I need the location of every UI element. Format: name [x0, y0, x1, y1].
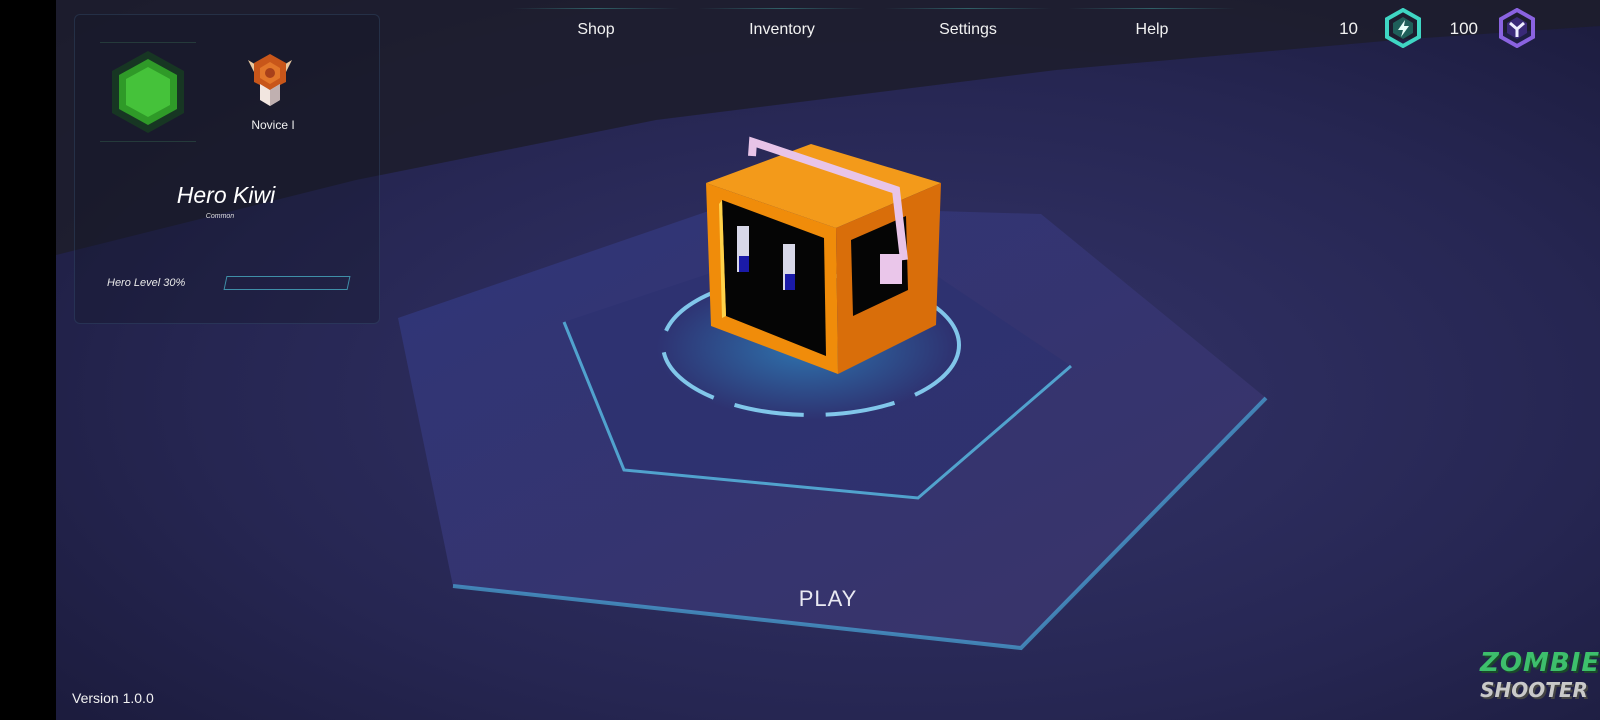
nav-settings[interactable]: Settings: [884, 8, 1052, 44]
nav-settings-label: Settings: [939, 21, 997, 38]
y-hex-icon[interactable]: [1498, 7, 1536, 49]
green-hexagon-icon: [112, 51, 184, 133]
zombie-shooter-logo: ZOMBIE SHOOTER: [1480, 648, 1600, 712]
hero-name: Hero Kiwi: [176, 182, 276, 208]
version-label: Version 1.0.0: [72, 690, 154, 706]
nav-inventory-label: Inventory: [749, 21, 815, 38]
energy-count: 10: [1339, 19, 1358, 38]
rank-badge-icon: [240, 50, 300, 110]
nav-help[interactable]: Help: [1068, 8, 1236, 44]
hero-level-label: Hero Level 30%: [107, 277, 186, 289]
nav-divider: [1068, 8, 1236, 9]
nav-shop[interactable]: Shop: [512, 8, 680, 44]
gem-count: 100: [1449, 19, 1478, 38]
logo-line-2: SHOOTER: [1480, 678, 1588, 702]
nav-divider: [698, 8, 866, 9]
nav-divider: [512, 8, 680, 9]
nav-divider: [884, 8, 1052, 9]
rank-label: Novice I: [251, 118, 295, 132]
nav-inventory[interactable]: Inventory: [698, 8, 866, 44]
left-black-bar: [0, 0, 56, 720]
lightning-hex-icon[interactable]: [1384, 7, 1422, 49]
hero-avatar[interactable]: [100, 42, 196, 142]
logo-line-1: ZOMBIE: [1480, 648, 1600, 678]
hero-level-bar: [223, 276, 351, 290]
nav-shop-label: Shop: [577, 21, 615, 38]
hero-rarity: Common: [205, 213, 235, 220]
play-button[interactable]: PLAY: [760, 586, 896, 612]
nav-help-label: Help: [1135, 21, 1169, 38]
